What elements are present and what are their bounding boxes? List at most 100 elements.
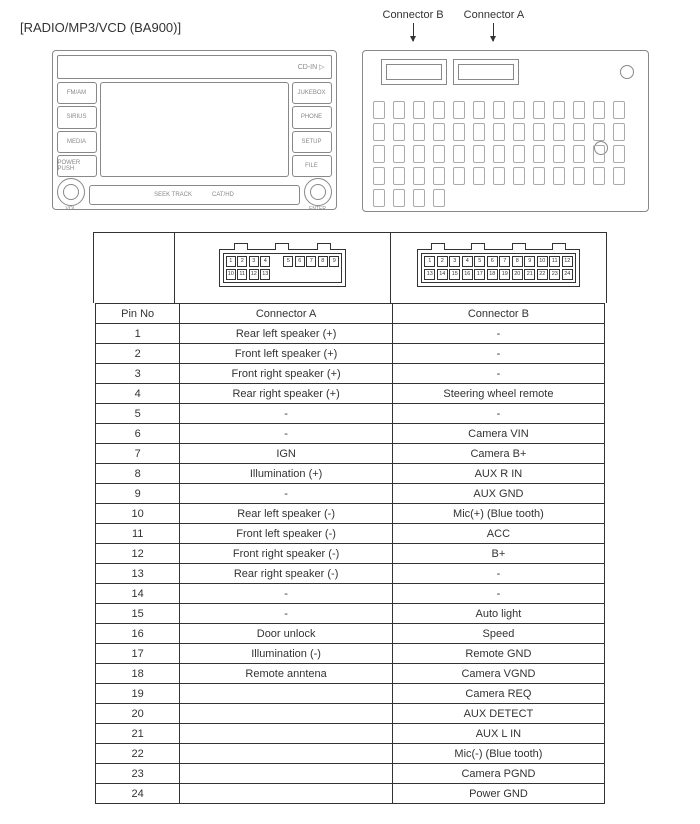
cell-connector-b: AUX L IN xyxy=(392,724,604,744)
cell-connector-a: Illumination (-) xyxy=(180,644,392,664)
cell-connector-a xyxy=(180,784,392,804)
table-row: 10Rear left speaker (-)Mic(+) (Blue toot… xyxy=(96,504,605,524)
connector-b-label: Connector B xyxy=(383,9,444,41)
pin-cell: 6 xyxy=(487,256,498,267)
pin-cell: 12 xyxy=(249,269,259,280)
pin-cell: 2 xyxy=(237,256,247,267)
pin-cell: 15 xyxy=(449,269,460,280)
phone-button: PHONE xyxy=(292,106,332,128)
cell-connector-b: - xyxy=(392,344,604,364)
cell-connector-b: B+ xyxy=(392,544,604,564)
cell-connector-b: ACC xyxy=(392,524,604,544)
pin-cell: 24 xyxy=(562,269,573,280)
cell-connector-a: IGN xyxy=(180,444,392,464)
file-button: FILE xyxy=(292,155,332,177)
pin-cell: 11 xyxy=(237,269,247,280)
connector-a-diagram: 12345678910111213 xyxy=(219,249,347,287)
cell-pin: 21 xyxy=(96,724,180,744)
table-row: 13Rear right speaker (-)- xyxy=(96,564,605,584)
cell-pin: 20 xyxy=(96,704,180,724)
pin-cell: 4 xyxy=(260,256,270,267)
pin-cell: 13 xyxy=(260,269,270,280)
cell-connector-b: - xyxy=(392,564,604,584)
cell-connector-a: - xyxy=(180,424,392,444)
cell-connector-a: Door unlock xyxy=(180,624,392,644)
unit-illustrations: CD-IN ▷ FM/AM SIRIUS MEDIA POWER PUSH JU… xyxy=(20,50,680,212)
tune-knob xyxy=(304,178,332,206)
table-row: 16Door unlockSpeed xyxy=(96,624,605,644)
cell-connector-b: AUX DETECT xyxy=(392,704,604,724)
cell-pin: 23 xyxy=(96,764,180,784)
cell-connector-b: Mic(-) (Blue tooth) xyxy=(392,744,604,764)
pin-cell xyxy=(329,269,339,280)
table-row: 14-- xyxy=(96,584,605,604)
table-header-row: Pin No Connector A Connector B xyxy=(96,304,605,324)
cell-connector-a: - xyxy=(180,604,392,624)
enter-label: ENTER xyxy=(304,206,332,212)
jukebox-button: JUKEBOX xyxy=(292,82,332,104)
table-row: 2Front left speaker (+)- xyxy=(96,344,605,364)
cell-connector-b: Camera B+ xyxy=(392,444,604,464)
cell-connector-b: AUX R IN xyxy=(392,464,604,484)
cathd-label: CAT/HD xyxy=(212,192,234,198)
cell-connector-a: - xyxy=(180,484,392,504)
pin-cell: 9 xyxy=(329,256,339,267)
table-row: 21 AUX L IN xyxy=(96,724,605,744)
table-row: 6-Camera VIN xyxy=(96,424,605,444)
cell-connector-a: Illumination (+) xyxy=(180,464,392,484)
cell-pin: 14 xyxy=(96,584,180,604)
setup-button: SETUP xyxy=(292,131,332,153)
cell-pin: 22 xyxy=(96,744,180,764)
connector-diagrams: 12345678910111213 1234567891011121314151… xyxy=(20,232,680,303)
pinout-table: Pin No Connector A Connector B 1Rear lef… xyxy=(95,303,605,804)
cell-pin: 8 xyxy=(96,464,180,484)
pin-cell: 16 xyxy=(462,269,473,280)
table-row: 22 Mic(-) (Blue tooth) xyxy=(96,744,605,764)
cell-pin: 18 xyxy=(96,664,180,684)
power-button: POWER PUSH xyxy=(57,155,97,177)
pin-cell: 7 xyxy=(306,256,316,267)
pin-cell: 1 xyxy=(424,256,435,267)
cell-connector-b: Auto light xyxy=(392,604,604,624)
cd-slot: CD-IN ▷ xyxy=(57,55,332,79)
pin-cell: 20 xyxy=(512,269,523,280)
table-row: 23Camera PGND xyxy=(96,764,605,784)
table-row: 17Illumination (-)Remote GND xyxy=(96,644,605,664)
cell-connector-b: - xyxy=(392,324,604,344)
cell-connector-b: - xyxy=(392,404,604,424)
cell-pin: 17 xyxy=(96,644,180,664)
pin-cell: 5 xyxy=(474,256,485,267)
header-connector-a: Connector A xyxy=(180,304,392,324)
table-row: 9-AUX GND xyxy=(96,484,605,504)
cell-connector-b: Power GND xyxy=(392,784,604,804)
pin-cell: 6 xyxy=(295,256,305,267)
pin-cell: 10 xyxy=(226,269,236,280)
media-button: MEDIA xyxy=(57,131,97,153)
table-row: 20 AUX DETECT xyxy=(96,704,605,724)
table-row: 5-- xyxy=(96,404,605,424)
pin-cell: 4 xyxy=(462,256,473,267)
back-connector-b xyxy=(381,59,447,85)
pin-cell: 10 xyxy=(537,256,548,267)
table-row: 4Rear right speaker (+)Steering wheel re… xyxy=(96,384,605,404)
cell-connector-b: - xyxy=(392,584,604,604)
cell-pin: 3 xyxy=(96,364,180,384)
cell-pin: 19 xyxy=(96,684,180,704)
cell-pin: 11 xyxy=(96,524,180,544)
table-row: 7IGNCamera B+ xyxy=(96,444,605,464)
cell-connector-a: Front right speaker (+) xyxy=(180,364,392,384)
pin-cell: 12 xyxy=(562,256,573,267)
cell-pin: 7 xyxy=(96,444,180,464)
pin-cell: 21 xyxy=(524,269,535,280)
cell-pin: 6 xyxy=(96,424,180,444)
pin-cell: 8 xyxy=(512,256,523,267)
cell-connector-a xyxy=(180,704,392,724)
pin-cell: 8 xyxy=(318,256,328,267)
pin-cell xyxy=(272,269,282,280)
bottom-bar: SEEK TRACK CAT/HD xyxy=(89,185,300,205)
pin-cell: 13 xyxy=(424,269,435,280)
cell-connector-a: Rear right speaker (+) xyxy=(180,384,392,404)
table-row: 19Camera REQ xyxy=(96,684,605,704)
cell-pin: 13 xyxy=(96,564,180,584)
cell-connector-a: Rear left speaker (+) xyxy=(180,324,392,344)
